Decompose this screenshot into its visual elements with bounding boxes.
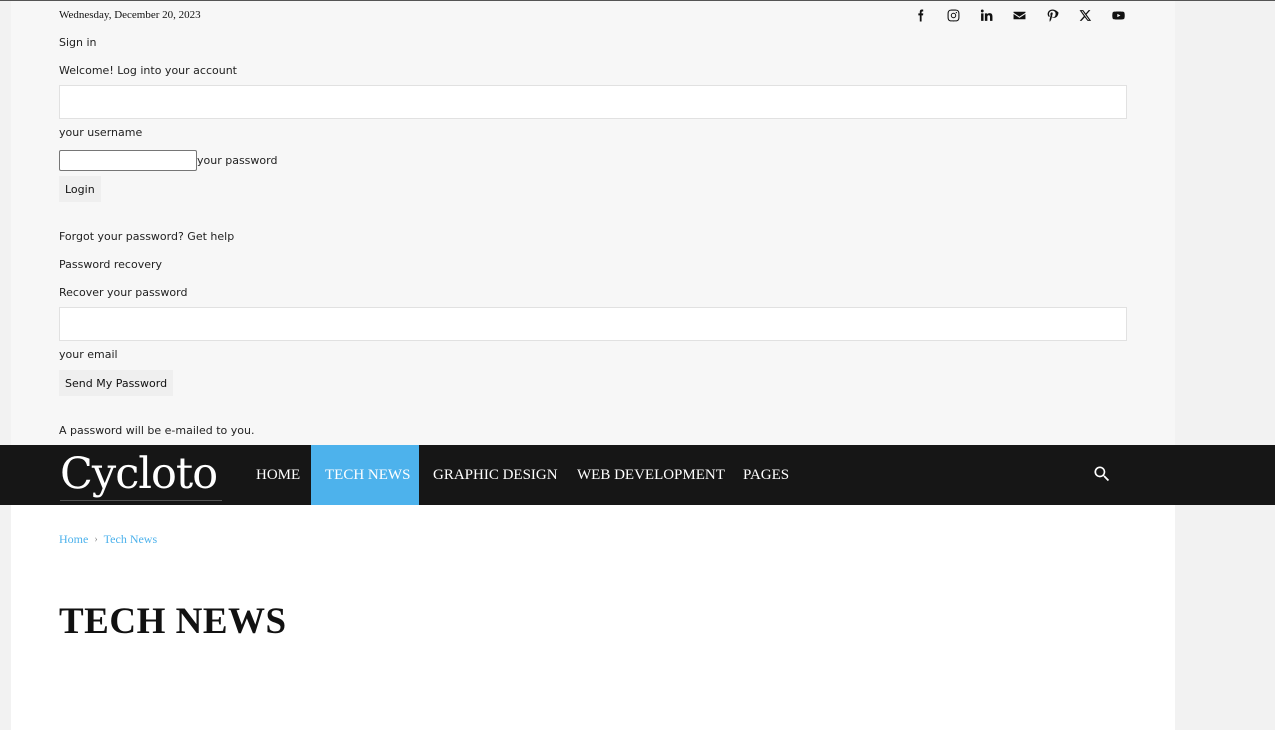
recovery-note: A password will be e-mailed to you. [59,424,255,437]
login-button[interactable]: Login [59,176,101,202]
instagram-icon[interactable] [937,7,970,23]
site-logo[interactable]: Cycloto [60,449,222,501]
breadcrumb-separator: › [94,534,98,545]
search-icon[interactable] [1092,464,1114,486]
mail-icon[interactable] [1003,7,1036,23]
page: Wednesday, December 20, 2023 Sign in Wel… [0,0,1275,730]
nav-item-pages[interactable]: PAGES [729,445,803,505]
email-input[interactable] [59,307,1127,341]
recovery-title: Password recovery [59,258,163,271]
pinterest-icon[interactable] [1036,7,1069,23]
send-password-button[interactable]: Send My Password [59,370,174,396]
breadcrumb-home[interactable]: Home [59,532,88,547]
nav-item-home[interactable]: HOME [242,445,314,505]
youtube-icon[interactable] [1102,7,1135,23]
breadcrumb: Home › Tech News [59,532,157,547]
welcome-text: Welcome! Log into your account [59,64,237,77]
username-label: your username [59,126,143,139]
username-input[interactable] [59,85,1127,119]
facebook-icon[interactable] [904,7,937,23]
nav-item-graphic-design[interactable]: GRAPHIC DESIGN [419,445,572,505]
current-date: Wednesday, December 20, 2023 [59,9,201,21]
linkedin-icon[interactable] [970,7,1003,23]
breadcrumb-current[interactable]: Tech News [104,532,157,547]
page-title: TECH NEWS [59,601,287,642]
email-label: your email [59,348,118,361]
password-label: your password [197,154,278,167]
recovery-subtitle: Recover your password [59,286,188,299]
x-icon[interactable] [1069,7,1102,23]
social-links [904,7,1135,23]
nav-item-web-development[interactable]: WEB DEVELOPMENT [563,445,739,505]
password-input[interactable] [59,150,197,171]
signin-title: Sign in [59,36,97,49]
main-navbar: Cycloto HOME TECH NEWS GRAPHIC DESIGN WE… [0,445,1275,505]
nav-item-tech-news[interactable]: TECH NEWS [311,445,419,505]
forgot-password-link[interactable]: Forgot your password? Get help [59,230,234,243]
